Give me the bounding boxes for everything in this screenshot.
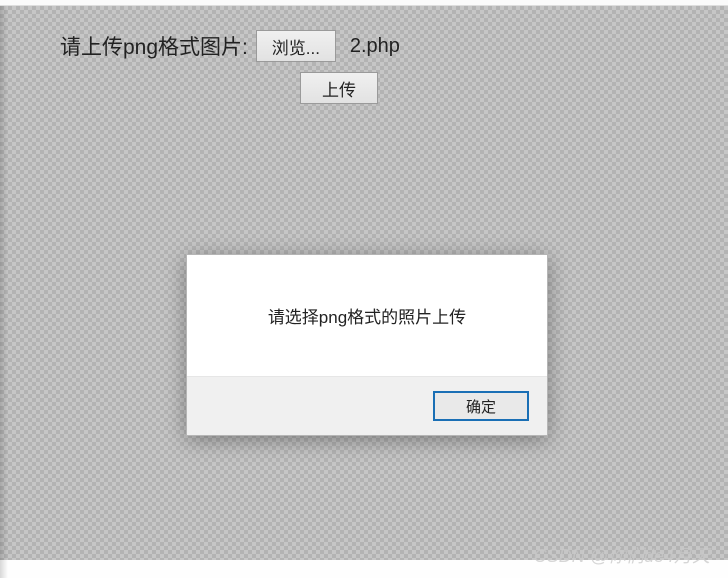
upload-prompt-label: 请上传png格式图片: — [60, 31, 248, 61]
selected-filename: 2.php — [350, 35, 400, 58]
alert-dialog-body: 请选择png格式的照片上传 — [187, 255, 547, 377]
alert-dialog-footer: 确定 — [187, 377, 547, 435]
browse-button[interactable]: 浏览... — [256, 30, 336, 62]
alert-dialog: 请选择png格式的照片上传 确定 — [186, 254, 548, 436]
upload-submit-label: 上传 — [322, 76, 356, 101]
ok-button[interactable]: 确定 — [433, 391, 529, 421]
upload-form-row: 请上传png格式图片: 浏览... 2.php — [60, 30, 400, 62]
alert-message: 请选择png格式的照片上传 — [268, 308, 466, 327]
page-background: 请上传png格式图片: 浏览... 2.php 上传 请选择png格式的照片上传… — [0, 6, 728, 560]
upload-submit-row: 上传 — [300, 72, 378, 104]
ok-button-label: 确定 — [466, 396, 496, 417]
upload-submit-button[interactable]: 上传 — [300, 72, 378, 104]
footer-strip — [0, 560, 728, 578]
browse-button-label: 浏览... — [272, 34, 320, 59]
left-shadow — [0, 6, 8, 578]
